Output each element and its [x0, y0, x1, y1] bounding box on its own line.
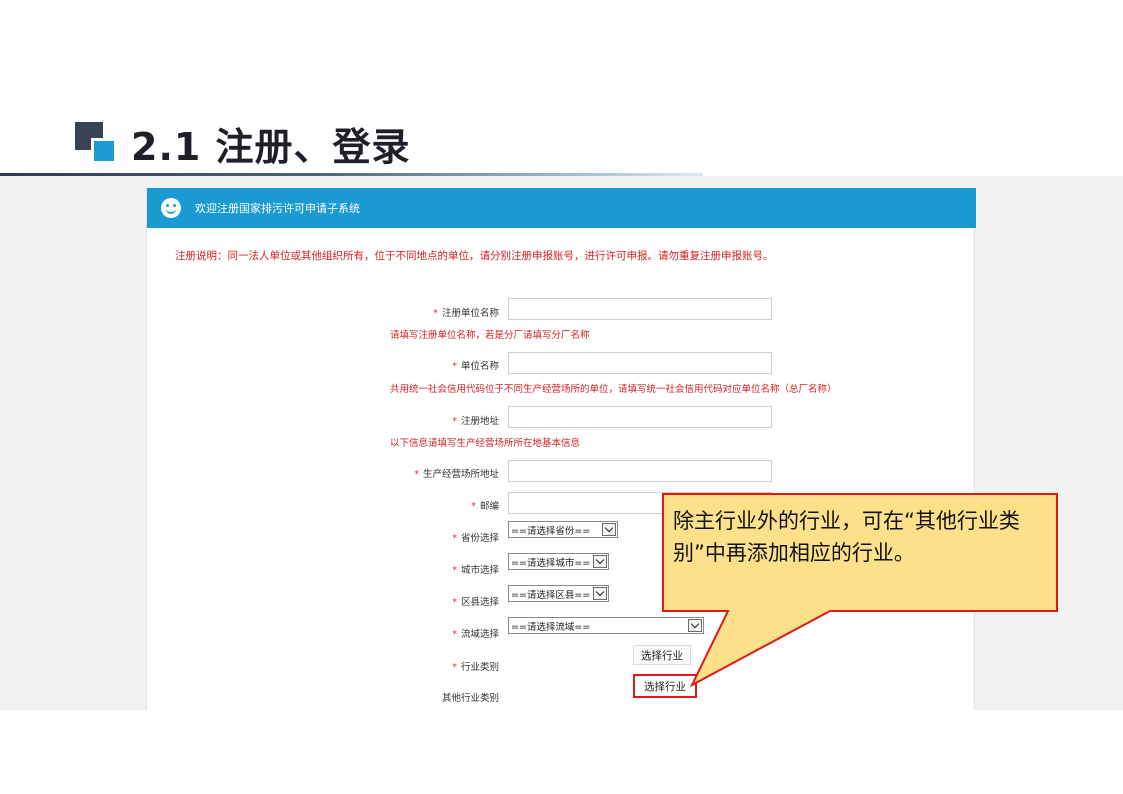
- field-label-production-address: * 生产经营场所地址: [414, 469, 499, 480]
- unit-name-hint: 共用统一社会信用代码位于不同生产经营场所的单位，请填写统一社会信用代码对应单位名…: [390, 384, 837, 395]
- field-label-district: * 区县选择: [452, 597, 499, 608]
- panel-header-title: 欢迎注册国家排污许可申请子系统: [195, 202, 360, 215]
- callout-text: 除主行业外的行业，可在“其他行业类别”中再添加相应的行业。: [673, 509, 1020, 565]
- district-select[interactable]: ==请选择区县==: [508, 585, 609, 602]
- smile-icon: [161, 198, 181, 218]
- field-label-other-industry: 其他行业类别: [441, 693, 499, 704]
- reg-address-input[interactable]: [508, 406, 772, 428]
- chevron-down-icon[interactable]: [593, 555, 607, 568]
- field-label-city: * 城市选择: [452, 565, 499, 576]
- select-industry-button[interactable]: 选择行业: [633, 645, 691, 665]
- field-label-province: * 省份选择: [452, 533, 499, 544]
- registration-notice: 注册说明：同一法人单位或其他组织所有，位于不同地点的单位，请分别注册申报账号，进…: [175, 250, 774, 262]
- registration-screenshot: 欢迎注册国家排污许可申请子系统 注册说明：同一法人单位或其他组织所有，位于不同地…: [0, 176, 1123, 710]
- reg-address-hint: 以下信息请填写生产经营场所所在地基本信息: [390, 438, 581, 449]
- chevron-down-icon[interactable]: [593, 587, 607, 600]
- unit-name-input[interactable]: [508, 352, 772, 374]
- slide-title-block: 2.1 注册、登录: [75, 118, 411, 169]
- production-address-input[interactable]: [508, 460, 772, 482]
- chevron-down-icon[interactable]: [688, 619, 702, 632]
- field-label-reg-address: * 注册地址: [452, 416, 499, 427]
- registration-panel: 欢迎注册国家排污许可申请子系统 注册说明：同一法人单位或其他组织所有，位于不同地…: [146, 188, 976, 710]
- slide-title: 2.1 注册、登录: [131, 124, 411, 169]
- reg-unit-name-hint: 请填写注册单位名称，若是分厂请填写分厂名称: [390, 330, 590, 341]
- panel-header: 欢迎注册国家排污许可申请子系统: [147, 188, 976, 228]
- reg-unit-name-input[interactable]: [508, 298, 772, 320]
- select-other-industry-button[interactable]: 选择行业: [633, 674, 697, 698]
- field-label-postcode: * 邮编: [471, 501, 499, 512]
- field-label-unit-name: * 单位名称: [452, 361, 499, 372]
- field-label-industry: * 行业类别: [452, 662, 499, 673]
- field-label-watershed: * 流域选择: [452, 629, 499, 640]
- province-select[interactable]: ==请选择省份==: [508, 521, 618, 538]
- field-label-reg-unit-name: * 注册单位名称: [433, 308, 499, 319]
- title-squares-icon: [75, 122, 117, 164]
- watershed-select[interactable]: ==请选择流域==: [508, 617, 704, 634]
- city-select[interactable]: ==请选择城市==: [508, 553, 609, 570]
- chevron-down-icon[interactable]: [602, 523, 616, 536]
